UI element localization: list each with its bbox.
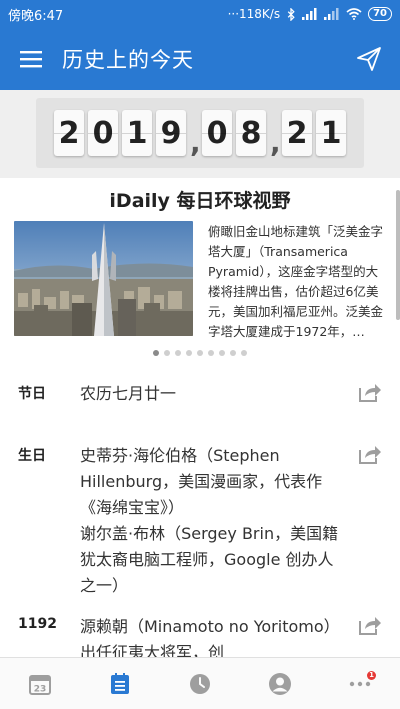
- signal-icon-2: [324, 8, 339, 20]
- bluetooth-icon: [287, 7, 295, 21]
- date-separator: ,: [270, 125, 281, 159]
- day-digit: 2: [282, 110, 312, 156]
- carousel-dot[interactable]: [153, 350, 159, 356]
- carousel-dot[interactable]: [219, 350, 225, 356]
- carousel-dot[interactable]: [208, 350, 214, 356]
- year-digit: 2: [54, 110, 84, 156]
- scrollbar-thumb[interactable]: [396, 190, 400, 320]
- carousel-dot[interactable]: [197, 350, 203, 356]
- hamburger-menu-icon[interactable]: [0, 28, 62, 90]
- signal-icon: [302, 8, 317, 20]
- idaily-card[interactable]: iDaily 每日环球视野 俯瞰旧金山地标建筑「泛美金字塔大厦」（Transam…: [0, 178, 400, 368]
- app-title: 历史上的今天: [62, 48, 194, 72]
- event-label: 1192: [18, 616, 57, 632]
- calendar-icon: 23: [29, 674, 51, 695]
- status-indicators: ···118K/s 70: [228, 7, 392, 21]
- event-text: 史蒂芬·海伦伯格（Stephen Hillenburg，美国漫画家，代表作《海绵…: [80, 446, 339, 595]
- calendar-tab[interactable]: 23: [0, 658, 80, 709]
- carousel-dot[interactable]: [241, 350, 247, 356]
- share-icon[interactable]: [356, 441, 382, 467]
- status-time: 傍晚6:47: [8, 8, 64, 24]
- list-icon: [111, 672, 129, 694]
- carousel-dot[interactable]: [164, 350, 170, 356]
- idaily-summary: 俯瞰旧金山地标建筑「泛美金字塔大厦」（Transamerica Pyramid）…: [208, 224, 384, 339]
- year-digit: 0: [88, 110, 118, 156]
- event-label: 节日: [18, 386, 46, 402]
- carousel-dot[interactable]: [230, 350, 236, 356]
- wifi-icon: [346, 8, 362, 20]
- carousel-dots[interactable]: [0, 350, 400, 356]
- month-digit: 0: [202, 110, 232, 156]
- more-tab[interactable]: 1: [320, 658, 400, 709]
- date-separator: ,: [190, 125, 201, 159]
- network-speed: ···118K/s: [227, 7, 281, 21]
- idaily-photo[interactable]: [14, 221, 193, 336]
- avatar-icon: [269, 672, 291, 695]
- date-section: 2 0 1 9 , 0 8 , 2 1: [0, 90, 400, 178]
- year-digit: 9: [156, 110, 186, 156]
- clock-icon: [190, 673, 210, 694]
- idaily-title: iDaily 每日环球视野: [109, 190, 291, 212]
- carousel-dot[interactable]: [186, 350, 192, 356]
- more-dots-icon: [349, 681, 371, 686]
- share-icon[interactable]: [356, 612, 382, 638]
- share-icon[interactable]: [356, 379, 382, 405]
- carousel-dot[interactable]: [175, 350, 181, 356]
- clock-tab[interactable]: [160, 658, 240, 709]
- event-label: 生日: [18, 448, 46, 464]
- battery-indicator: 70: [368, 7, 392, 21]
- profile-tab[interactable]: [240, 658, 320, 709]
- bottom-navigation: 23 1: [0, 657, 400, 709]
- list-tab[interactable]: [80, 658, 160, 709]
- calendar-number: 23: [34, 684, 47, 694]
- paper-plane-icon[interactable]: [338, 28, 400, 90]
- year-digit: 1: [122, 110, 152, 156]
- app-bar: 历史上的今天: [0, 28, 400, 90]
- date-flip-display[interactable]: 2 0 1 9 , 0 8 , 2 1: [36, 98, 364, 168]
- notification-badge: 1: [367, 671, 376, 680]
- event-text: 农历七月廿一: [80, 384, 177, 403]
- day-digit: 1: [316, 110, 346, 156]
- month-digit: 8: [236, 110, 266, 156]
- status-bar: 傍晚6:47 ···118K/s 70: [0, 0, 400, 28]
